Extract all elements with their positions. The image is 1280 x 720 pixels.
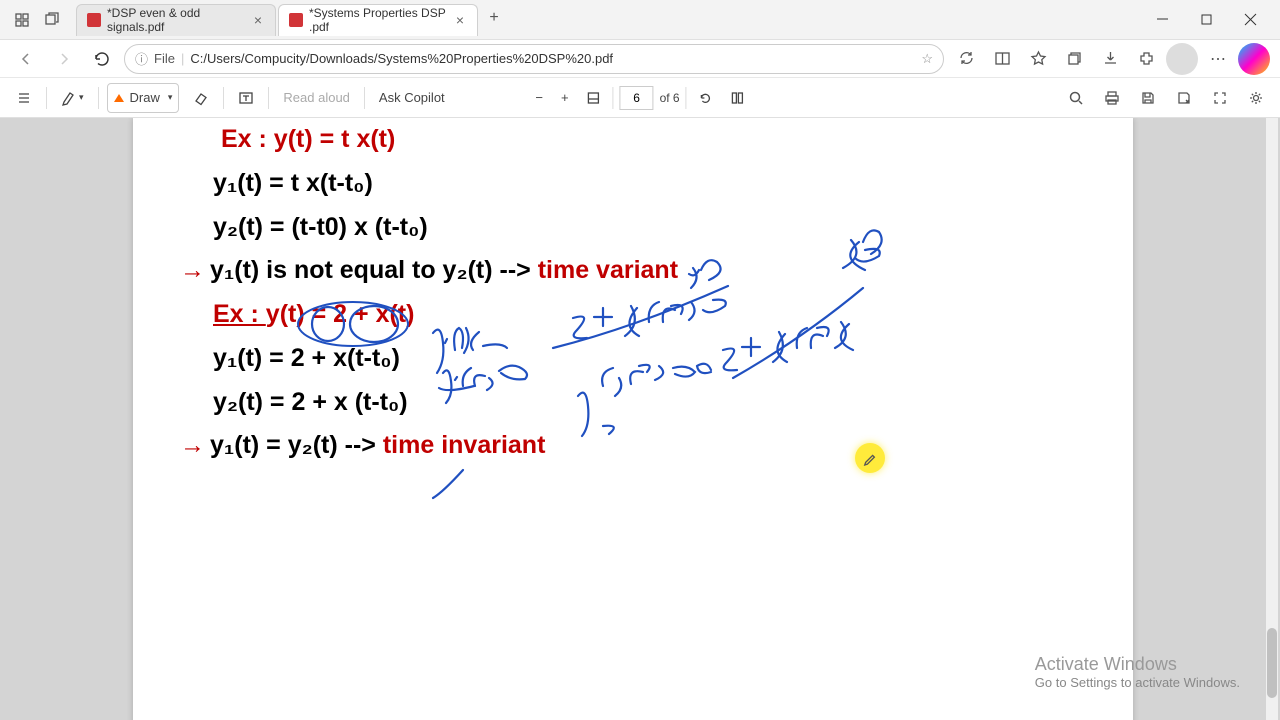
erase-button[interactable] [187, 83, 215, 113]
line-6: y₁(t) = 2 + x(t-t₀) [213, 337, 1053, 381]
star-icon[interactable]: ☆ [921, 51, 933, 67]
tab-label: *DSP even & odd signals.pdf [107, 6, 251, 34]
line-8b: time invariant [383, 431, 546, 459]
split-icon[interactable] [986, 43, 1018, 75]
minimize-button[interactable] [1140, 4, 1184, 36]
watermark-title: Activate Windows [1035, 654, 1240, 675]
arrow-icon: → [180, 424, 210, 468]
save-as-icon[interactable] [1170, 84, 1198, 112]
line-2: y₁(t) = t x(t-t₀) [213, 162, 1053, 206]
url-box[interactable]: ⓘ File | C:/Users/Compucity/Downloads/Sy… [124, 44, 944, 74]
line-5b: 2 + x(t) [333, 300, 414, 328]
fit-page-button[interactable] [581, 83, 607, 113]
zoom-out-button[interactable]: − [529, 83, 549, 113]
maximize-button[interactable] [1184, 4, 1228, 36]
title-bar: *DSP even & odd signals.pdf× *Systems Pr… [0, 0, 1280, 40]
collections-icon[interactable] [1058, 43, 1090, 75]
fullscreen-icon[interactable] [1206, 84, 1234, 112]
workspaces-icon[interactable] [8, 6, 36, 34]
close-window-button[interactable] [1228, 4, 1272, 36]
scrollbar-thumb[interactable] [1267, 628, 1277, 698]
info-icon[interactable]: ⓘ [135, 49, 148, 68]
ex-label: Ex : [213, 300, 266, 328]
text-button[interactable] [232, 83, 260, 113]
line-7: y₂(t) = 2 + x (t-t₀) [213, 381, 1053, 425]
line-3: y₂(t) = (t-t0) x (t-t₀) [213, 206, 1053, 250]
search-icon[interactable] [1062, 84, 1090, 112]
settings-icon[interactable] [1242, 84, 1270, 112]
pdf-toolbar: ▾ Draw▾ Read aloud Ask Copilot − + of 6 [0, 78, 1280, 118]
pdf-page: Ex : y(t) = t x(t) y₁(t) = t x(t-t₀) y₂(… [133, 118, 1133, 720]
draw-label: Draw [130, 90, 160, 105]
favorites-icon[interactable] [1022, 43, 1054, 75]
ask-copilot-button[interactable]: Ask Copilot [373, 83, 451, 113]
page-total: of 6 [660, 91, 680, 105]
close-icon[interactable]: × [251, 12, 265, 28]
extensions-icon[interactable] [1130, 43, 1162, 75]
line-4b: time variant [538, 256, 678, 284]
highlight-button[interactable]: ▾ [55, 83, 90, 113]
address-bar: ⓘ File | C:/Users/Compucity/Downloads/Sy… [0, 40, 1280, 78]
window-controls [1140, 4, 1272, 36]
profile-avatar[interactable] [1166, 43, 1198, 75]
pdf-icon [87, 13, 101, 27]
rotate-button[interactable] [693, 83, 719, 113]
scrollbar[interactable] [1266, 118, 1278, 720]
save-icon[interactable] [1134, 84, 1162, 112]
pdf-icon [289, 13, 303, 27]
pen-cursor [855, 443, 885, 473]
pen-icon [114, 94, 124, 102]
more-icon[interactable]: ⋯ [1202, 43, 1234, 75]
tab-label: *Systems Properties DSP .pdf [309, 6, 453, 34]
print-icon[interactable] [1098, 84, 1126, 112]
sync-icon[interactable] [950, 43, 982, 75]
ex-label: Ex : [221, 125, 274, 153]
page-input[interactable] [620, 86, 654, 110]
read-aloud-button[interactable]: Read aloud [277, 83, 356, 113]
pdf-right-tools [1062, 84, 1270, 112]
tab-dsp-even-odd[interactable]: *DSP even & odd signals.pdf× [76, 4, 276, 36]
new-tab-button[interactable]: + [480, 4, 508, 32]
zoom-in-button[interactable]: + [555, 83, 575, 113]
line-4a: y₁(t) is not equal to y₂(t) --> [210, 256, 538, 284]
contents-button[interactable] [10, 83, 38, 113]
url-scheme: File [154, 51, 175, 66]
toolbar-actions: ⋯ [950, 43, 1270, 75]
page-controls: − + of 6 [529, 83, 750, 113]
refresh-button[interactable] [86, 43, 118, 75]
back-button[interactable] [10, 43, 42, 75]
downloads-icon[interactable] [1094, 43, 1126, 75]
line-1: y(t) = t x(t) [274, 125, 396, 153]
tab-strip: *DSP even & odd signals.pdf× *Systems Pr… [76, 4, 1140, 36]
tab-actions-icon[interactable] [38, 6, 66, 34]
pdf-viewer[interactable]: Ex : y(t) = t x(t) y₁(t) = t x(t-t₀) y₂(… [0, 118, 1280, 720]
line-8a: y₁(t) = y₂(t) --> [210, 431, 383, 459]
line-5a: y(t) = [266, 300, 333, 328]
arrow-icon: → [180, 249, 210, 293]
url-path: C:/Users/Compucity/Downloads/Systems%20P… [190, 51, 613, 66]
copilot-icon[interactable] [1238, 43, 1270, 75]
watermark-sub: Go to Settings to activate Windows. [1035, 675, 1240, 690]
tab-systems-properties[interactable]: *Systems Properties DSP .pdf× [278, 4, 478, 36]
close-icon[interactable]: × [453, 12, 467, 28]
windows-watermark: Activate Windows Go to Settings to activ… [1035, 654, 1240, 690]
draw-button[interactable]: Draw▾ [107, 83, 180, 113]
forward-button [48, 43, 80, 75]
page-view-button[interactable] [725, 83, 751, 113]
